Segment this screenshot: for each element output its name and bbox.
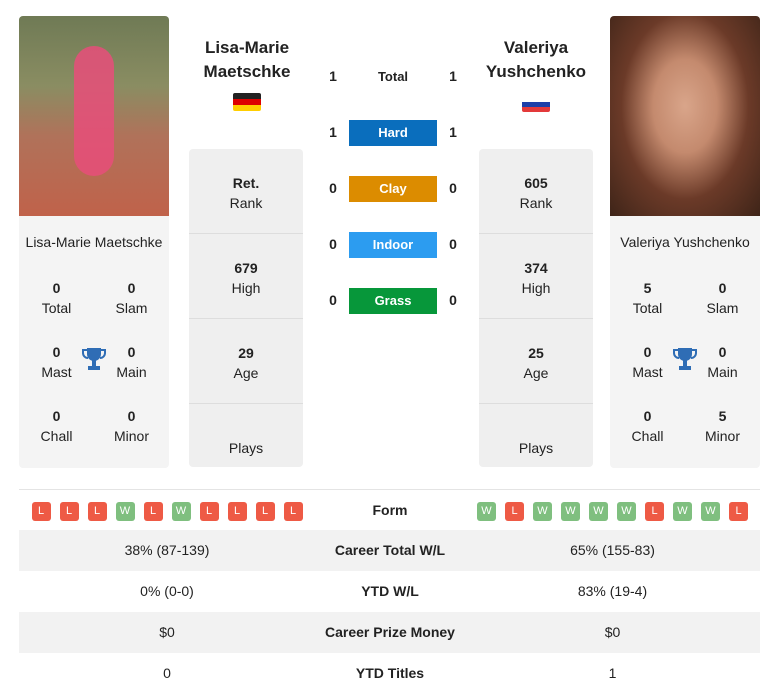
form-win-badge[interactable]: W	[171, 501, 191, 521]
h2h-grass[interactable]: 0 Grass 0	[320, 288, 466, 314]
form-win-badge[interactable]: W	[617, 501, 636, 521]
player2-card: Valeriya Yushchenko 5 Total 0 Slam 0 Mast 0…	[610, 16, 760, 468]
form-loss-badge[interactable]: L	[227, 501, 247, 521]
player2-stats: 605 Rank 374 High 25 Age Plays	[479, 149, 593, 467]
player1-photo	[19, 16, 169, 216]
career-wl-row: 38% (87-139) Career Total W/L 65% (155-83)	[19, 530, 760, 571]
player1-slam: 0 Slam	[115, 280, 148, 316]
form-loss-badge[interactable]: L	[143, 501, 163, 521]
prize-money-row: $0 Career Prize Money $0	[19, 612, 760, 653]
form-win-badge[interactable]: W	[589, 501, 608, 521]
form-loss-badge[interactable]: L	[283, 501, 303, 521]
form-label: Form	[372, 502, 408, 518]
form-loss-badge[interactable]: L	[255, 501, 275, 521]
russia-flag-icon	[522, 97, 550, 112]
h2h-indoor[interactable]: 0 Indoor 0	[320, 232, 466, 258]
form-loss-badge[interactable]: L	[199, 501, 219, 521]
player2-main: 0 Main	[707, 344, 738, 380]
player2-photo	[610, 16, 760, 216]
player1-title[interactable]: Lisa-Marie Maetschke	[182, 36, 312, 84]
player2-slam: 0 Slam	[706, 280, 739, 316]
player2-chall: 0 Chall	[631, 408, 664, 444]
player2-minor: 5 Minor	[704, 408, 740, 444]
form-win-badge[interactable]: W	[115, 501, 135, 521]
form-loss-badge[interactable]: L	[505, 501, 524, 521]
player2-name: Valeriya Yushchenko	[620, 234, 750, 250]
player2-total: 5 Total	[632, 280, 663, 316]
form-loss-badge[interactable]: L	[645, 501, 664, 521]
germany-flag-icon	[233, 93, 261, 111]
form-win-badge[interactable]: W	[561, 501, 580, 521]
form-loss-badge[interactable]: L	[31, 501, 51, 521]
form-row: LLLWLWLLLL Form WLWWWWLWWL	[19, 489, 760, 530]
h2h-hard[interactable]: 1 Hard 1	[320, 120, 466, 146]
h2h-clay[interactable]: 0 Clay 0	[320, 176, 466, 202]
player2-title[interactable]: Valeriya Yushchenko	[471, 36, 601, 84]
h2h-total: 1 Total 1	[329, 68, 457, 84]
ytd-wl-row: 0% (0-0) YTD W/L 83% (19-4)	[140, 583, 648, 599]
player1-chall: 0 Chall	[40, 408, 73, 444]
player1-minor: 0 Minor	[113, 408, 149, 444]
ytd-titles-row: 0 YTD Titles 1	[163, 665, 617, 681]
player1-main: 0 Main	[116, 344, 147, 380]
player1-name: Lisa-Marie Maetschke	[25, 234, 163, 250]
form-win-badge[interactable]: W	[701, 501, 720, 521]
player2-form: WLWWWWLWWL	[465, 490, 760, 531]
player1-form: LLLWLWLLLL	[19, 490, 315, 531]
form-loss-badge[interactable]: L	[59, 501, 79, 521]
form-win-badge[interactable]: W	[477, 501, 496, 521]
form-win-badge[interactable]: W	[673, 501, 692, 521]
player1-stats: Ret. Rank 679 High 29 Age Plays	[189, 149, 303, 467]
form-loss-badge[interactable]: L	[87, 501, 107, 521]
form-win-badge[interactable]: W	[533, 501, 552, 521]
form-loss-badge[interactable]: L	[729, 501, 748, 521]
player1-total: 0 Total	[41, 280, 72, 316]
player1-card: Lisa-Marie Maetschke 0 Total 0 Slam 0 Mast …	[19, 16, 169, 468]
